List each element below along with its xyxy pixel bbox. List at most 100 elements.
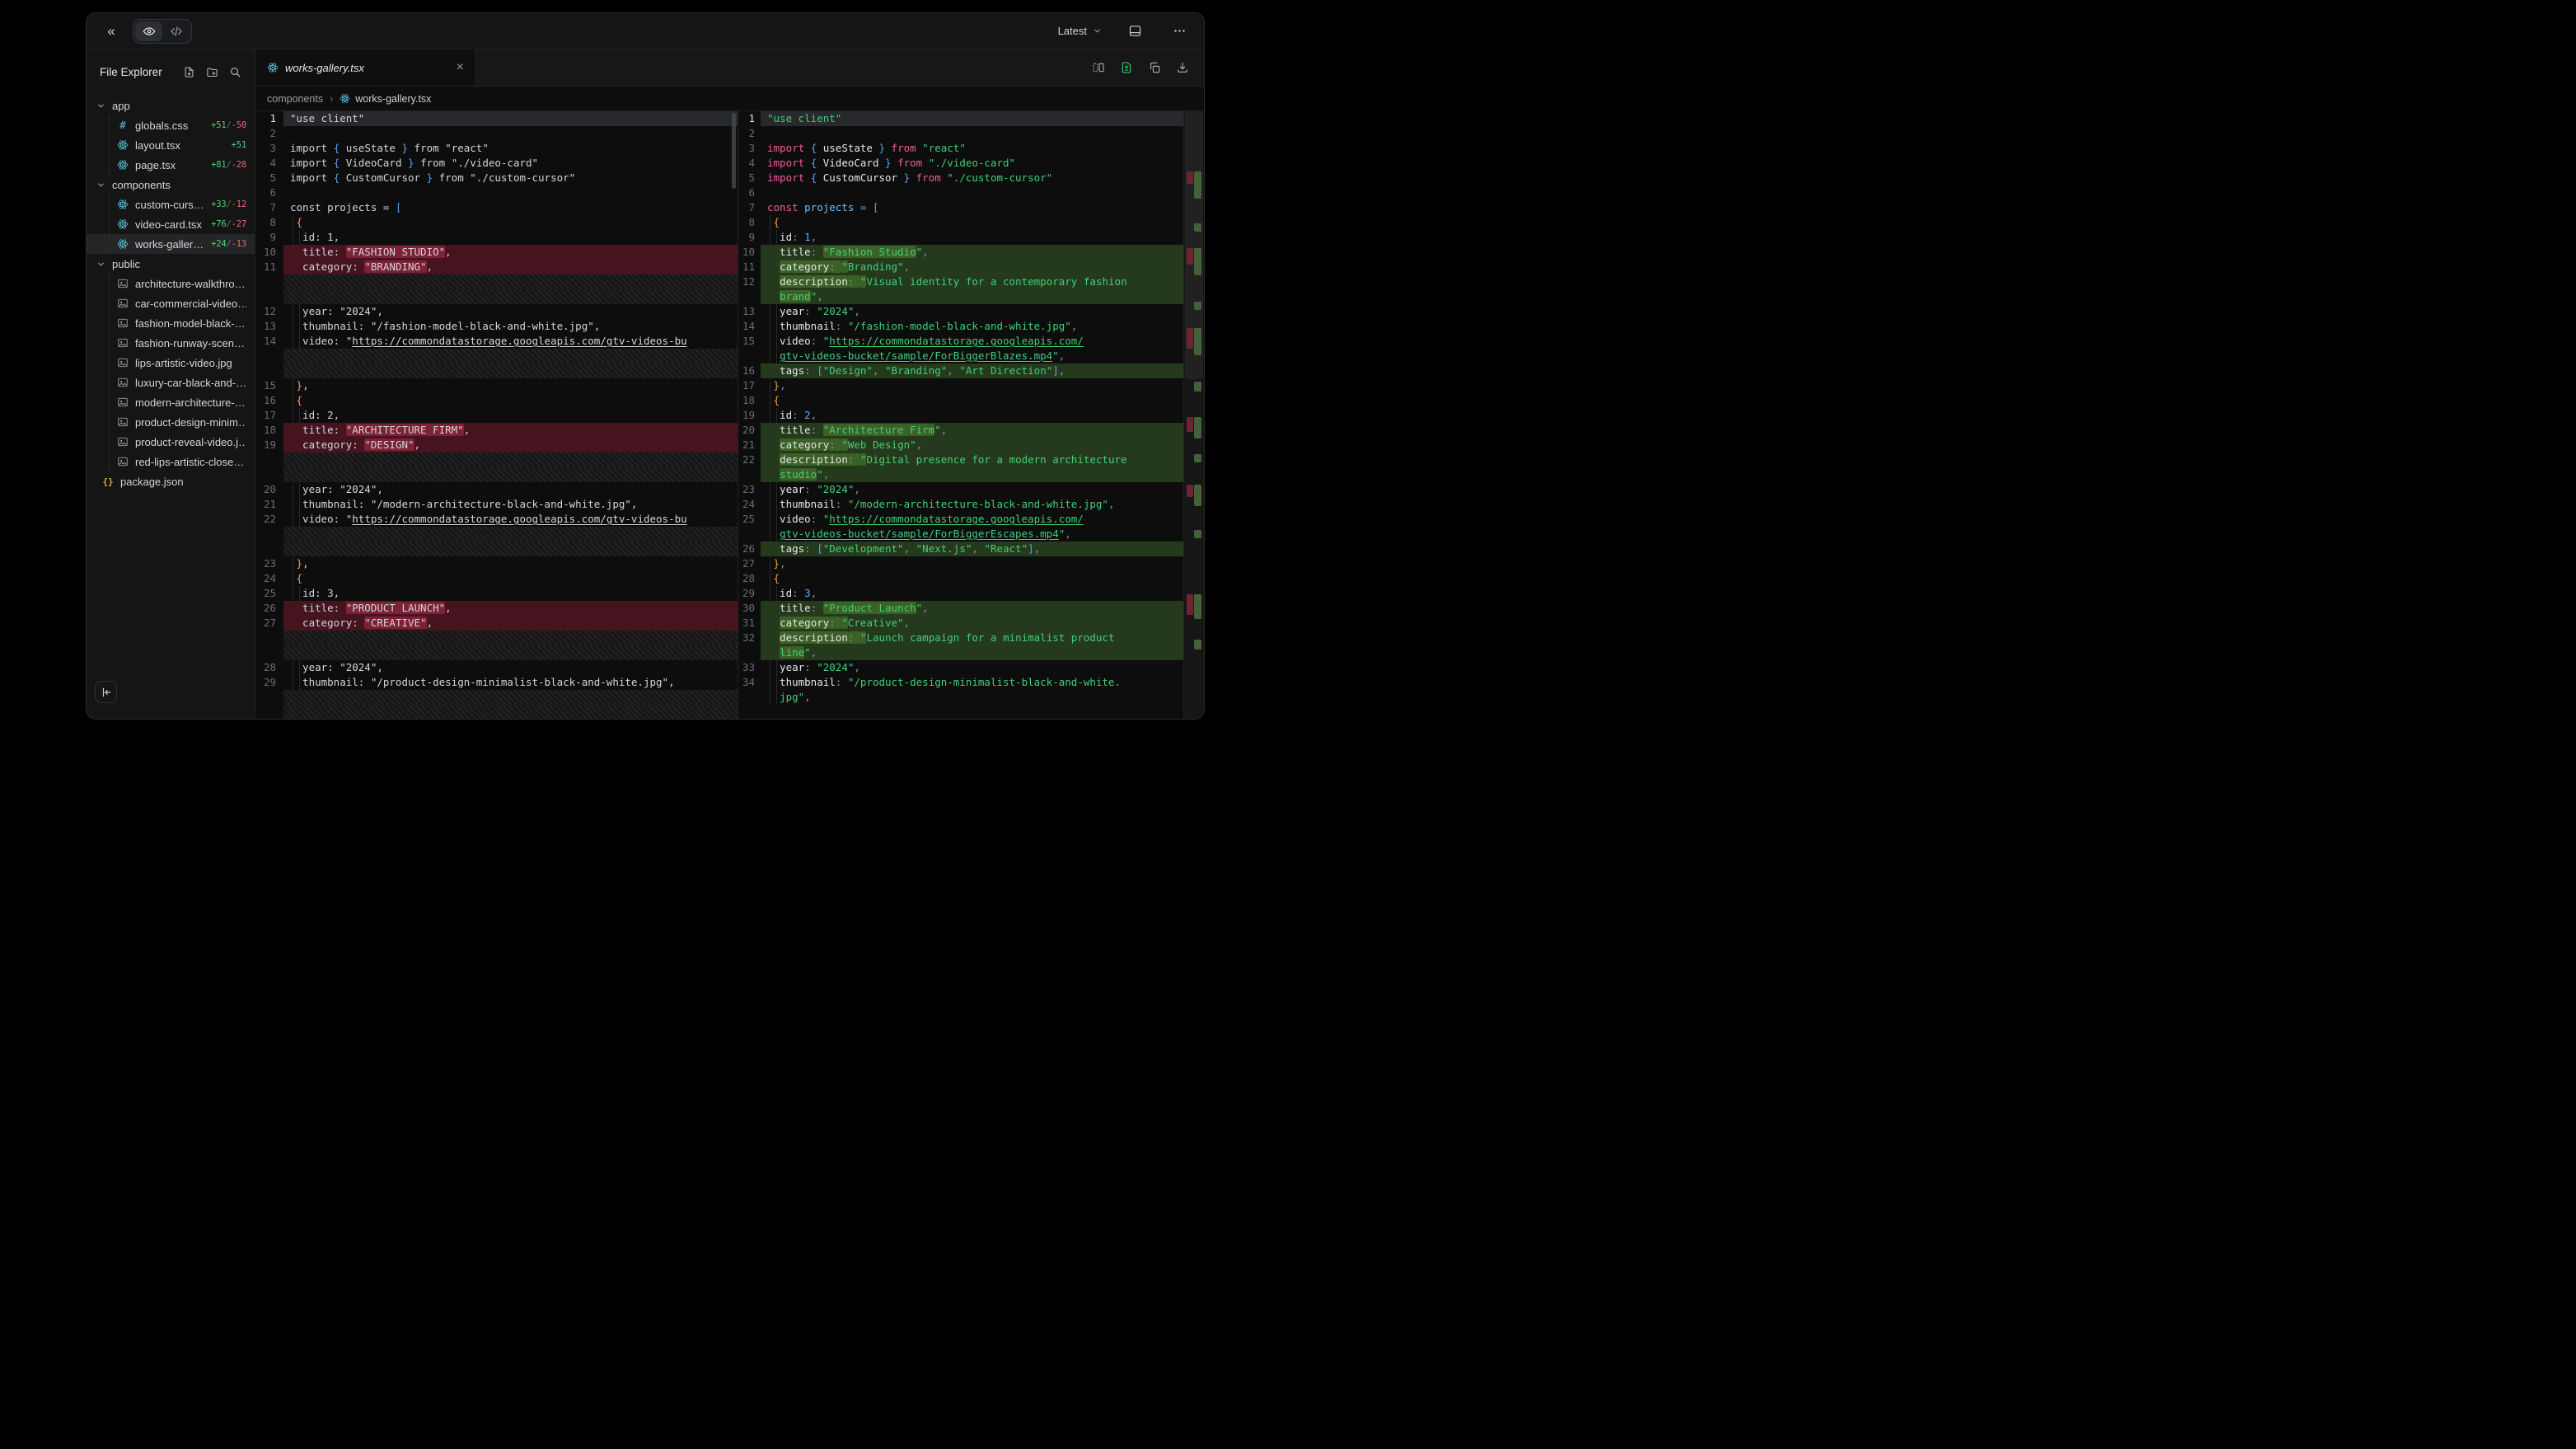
tree-item-video-card.tsx[interactable]: video-card.tsx+76/-27 [87,214,255,234]
code-row: 10 title: "Fashion Studio", [738,245,1183,260]
tree-item-globals.css[interactable]: #globals.css+51/-50 [87,115,255,135]
diff-overview-ruler[interactable] [1183,111,1204,719]
code-row: 11 category: "BRANDING", [255,260,738,274]
code-row: 16 tags: ["Design", "Branding", "Art Dir… [738,363,1183,378]
tree-item-architecture-walkthro-[interactable]: architecture-walkthro… [87,274,255,293]
breadcrumb-folder[interactable]: components [267,93,323,105]
react-icon [340,93,350,104]
version-label: Latest [1058,25,1087,37]
tree-item-label: public [112,258,246,270]
code-row: 12 description: "Visual identity for a c… [738,274,1183,289]
copy-icon[interactable] [1148,61,1161,74]
diff-pane-old[interactable]: 1"use client"23import { useState } from … [255,111,738,719]
diff-filler-row [255,690,738,705]
tree-item-layout.tsx[interactable]: layout.tsx+51 [87,135,255,155]
diff-filler-row [255,705,738,719]
code-row: gtv-videos-bucket/sample/ForBiggerBlazes… [738,349,1183,363]
tree-item-package.json[interactable]: {}package.json [87,471,255,491]
code-row: 21 thumbnail: "/modern-architecture-blac… [255,497,738,512]
tree-item-label: video-card.tsx [135,218,211,231]
tree-item-modern-architecture-[interactable]: modern-architecture-… [87,392,255,412]
code-row: 3import { useState } from "react" [255,141,738,156]
code-row: 14 video: "https://commondatastorage.goo… [255,334,738,349]
react-icon [116,218,129,230]
diff-stats: +51/-50 [211,120,246,130]
code-row: 4import { VideoCard } from "./video-card… [738,156,1183,171]
code-row: 10 title: "FASHION STUDIO", [255,245,738,260]
react-icon [267,62,279,73]
tree-item-label: layout.tsx [135,139,232,152]
panel-layout-button[interactable] [1123,20,1146,43]
code-row: 25 id: 3, [255,586,738,601]
diff-pane-new[interactable]: 1"use client"23import { useState } from … [738,111,1183,719]
search-icon[interactable] [229,66,241,78]
tree-item-label: works-galler… [135,238,211,251]
tree-indent-guide [109,274,110,471]
tree-item-lips-artistic-video.jpg[interactable]: lips-artistic-video.jpg [87,353,255,373]
new-file-icon[interactable] [183,66,195,78]
tree-indent-guide [109,195,110,254]
breadcrumb: components › works-gallery.tsx [255,87,1204,111]
diff-filler-row [255,274,738,289]
added-lines-mark [1194,485,1201,506]
code-row: 6 [738,185,1183,200]
diff-stats: +24/-13 [211,239,246,249]
breadcrumb-file[interactable]: works-gallery.tsx [355,93,431,105]
tree-item-app[interactable]: app [87,96,255,115]
more-options-button[interactable] [1168,20,1191,43]
version-dropdown[interactable]: Latest [1058,25,1102,37]
image-icon [116,317,129,329]
diff-stats: +33/-12 [211,199,246,209]
code-row: 8 { [255,215,738,230]
diff-filler-row [255,289,738,304]
code-row: 24 { [255,571,738,586]
added-lines-mark [1194,302,1201,310]
collapse-panel-button[interactable] [95,681,117,703]
tab-works-gallery[interactable]: works-gallery.tsx × [255,49,476,86]
code-row: 13 thumbnail: "/fashion-model-black-and-… [255,319,738,334]
breadcrumb-separator: › [330,93,333,105]
code-row: 7const projects = [ [738,200,1183,215]
code-row: 21 category: "Web Design", [738,438,1183,453]
tree-item-fashion-model-black-[interactable]: fashion-model-black-… [87,313,255,333]
tree-item-label: fashion-model-black-… [135,317,246,330]
diff-file-icon[interactable] [1120,61,1133,74]
code-row: 34 thumbnail: "/product-design-minimalis… [738,675,1183,690]
code-row: 23 }, [255,556,738,571]
tree-item-product-reveal-video.j-[interactable]: product-reveal-video.j… [87,432,255,452]
diff-filler-row [255,631,738,645]
preview-toggle-button[interactable] [135,21,162,41]
code-row: 22 video: "https://commondatastorage.goo… [255,512,738,527]
diff-filler-row [255,527,738,542]
tree-item-public[interactable]: public [87,254,255,274]
tree-item-red-lips-artistic-close-[interactable]: red-lips-artistic-close… [87,452,255,471]
code-row: 26 tags: ["Development", "Next.js", "Rea… [738,542,1183,556]
tree-item-custom-curs-[interactable]: custom-curs…+33/-12 [87,195,255,214]
tree-item-page.tsx[interactable]: page.tsx+81/-28 [87,155,255,175]
code-row: 31 category: "Creative", [738,616,1183,631]
code-row: 2 [738,126,1183,141]
close-tab-icon[interactable]: × [457,61,464,74]
code-row: 27 }, [738,556,1183,571]
diff-view: 1"use client"23import { useState } from … [255,111,1204,719]
tree-item-product-design-minim-[interactable]: product-design-minim… [87,412,255,432]
download-icon[interactable] [1176,61,1189,74]
split-view-icon[interactable] [1092,61,1105,74]
code-row: 13 year: "2024", [738,304,1183,319]
tree-item-components[interactable]: components [87,175,255,195]
added-lines-mark [1194,248,1201,275]
code-toggle-button[interactable] [162,21,190,41]
code-row [738,705,1183,719]
diff-filler-row [255,349,738,363]
chevron-down-icon [1093,26,1102,35]
tree-item-car-commercial-video-[interactable]: car-commercial-video… [87,293,255,313]
tree-item-works-galler-[interactable]: works-galler…+24/-13 [87,234,255,254]
code-row: 15 }, [255,378,738,393]
new-folder-icon[interactable] [206,66,218,78]
added-lines-mark [1194,223,1201,232]
diff-filler-row [255,645,738,660]
tree-item-fashion-runway-scen-[interactable]: fashion-runway-scen… [87,333,255,353]
tree-item-luxury-car-black-and-[interactable]: luxury-car-black-and-… [87,373,255,392]
left-pane-scrollbar[interactable] [732,113,736,189]
collapse-sidebar-button[interactable]: « [100,20,123,43]
